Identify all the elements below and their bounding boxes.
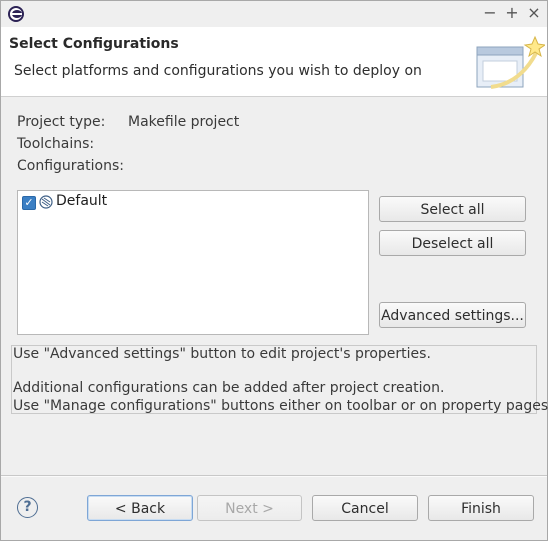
- next-button[interactable]: Next >: [197, 495, 302, 521]
- finish-button[interactable]: Finish: [428, 495, 534, 521]
- footer-separator: [1, 475, 547, 477]
- minimize-button[interactable]: −: [480, 3, 500, 23]
- eclipse-icon: [8, 6, 24, 22]
- default-checkbox[interactable]: ✓: [22, 196, 36, 210]
- help-icon[interactable]: ?: [17, 497, 38, 518]
- wizard-banner-icon: [476, 35, 545, 89]
- toolchains-label: Toolchains:: [17, 136, 95, 152]
- select-all-button[interactable]: Select all: [379, 196, 526, 222]
- project-type-value: Makefile project: [128, 114, 240, 130]
- wizard-header: Select Configurations Select platforms a…: [1, 27, 547, 97]
- title-bar: − + ×: [1, 1, 547, 27]
- configuration-icon: [39, 195, 53, 209]
- back-button[interactable]: < Back: [87, 495, 193, 521]
- select-configurations-dialog: − + × Select Configurations Select platf…: [0, 0, 548, 541]
- deselect-all-button[interactable]: Deselect all: [379, 230, 526, 256]
- info-line-advanced: Use "Advanced settings" button to edit p…: [13, 346, 431, 362]
- configuration-label: Default: [56, 193, 108, 209]
- page-title: Select Configurations: [9, 36, 179, 52]
- info-line-manage: Use "Manage configurations" buttons eith…: [13, 398, 548, 414]
- configurations-list[interactable]: ✓ Default: [17, 190, 369, 335]
- maximize-button[interactable]: +: [502, 3, 522, 23]
- page-description: Select platforms and configurations you …: [14, 63, 422, 79]
- cancel-button[interactable]: Cancel: [312, 495, 418, 521]
- advanced-settings-button[interactable]: Advanced settings...: [379, 302, 526, 328]
- configurations-label: Configurations:: [17, 158, 124, 174]
- info-box: Use "Advanced settings" button to edit p…: [11, 345, 548, 414]
- close-button[interactable]: ×: [524, 3, 544, 23]
- info-line-additional: Additional configurations can be added a…: [13, 380, 445, 396]
- project-type-label: Project type:: [17, 114, 106, 130]
